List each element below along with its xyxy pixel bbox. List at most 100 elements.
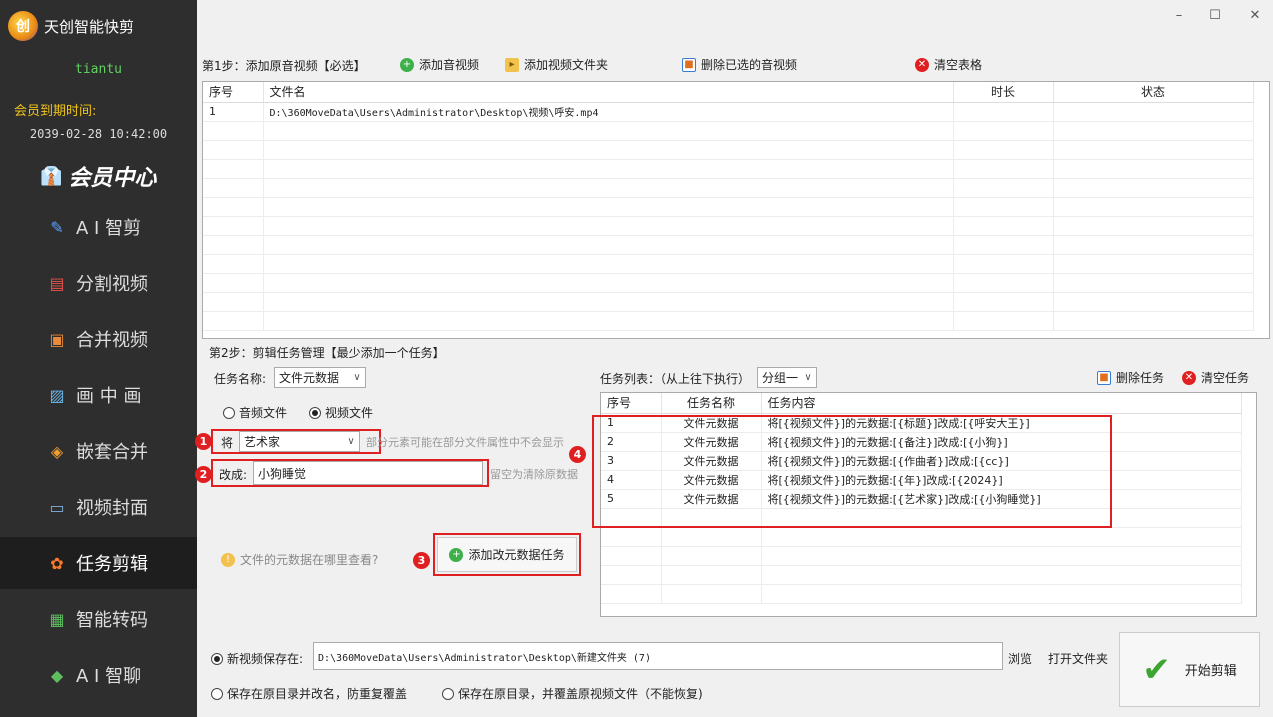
- picture-icon: ▨: [49, 385, 65, 405]
- step-badge-3: 3: [413, 552, 430, 569]
- add-icon: +: [400, 57, 414, 72]
- clear-table-label: 清空表格: [934, 58, 983, 72]
- sidebar: 创 天创智能快剪 tiantu 会员到期时间: 2039-02-28 10:42…: [0, 0, 197, 717]
- radio-audio-file[interactable]: 音频文件: [223, 404, 287, 421]
- table-row: [203, 121, 1254, 141]
- vip-icon: 👔: [40, 165, 63, 187]
- col-filename[interactable]: 文件名: [263, 82, 954, 103]
- maximize-button[interactable]: ☐: [1203, 8, 1227, 28]
- sidebar-item-label: 分割视频: [76, 274, 148, 295]
- radio-dot: [442, 687, 454, 700]
- start-edit-label: 开始剪辑: [1184, 664, 1237, 679]
- radio-dot: [211, 687, 223, 700]
- table-row: [203, 273, 1254, 293]
- app-name: 天创智能快剪: [44, 17, 135, 36]
- field-hint: 部分元素可能在部分文件属性中不会显示: [366, 436, 564, 449]
- metadata-field-select[interactable]: 艺术家 ∨: [239, 431, 360, 452]
- app-title: 创 天创智能快剪: [8, 10, 134, 42]
- add-task-label: 添加改元数据任务: [468, 548, 565, 562]
- save-path-input[interactable]: D:\360MoveData\Users\Administrator\Deskt…: [313, 642, 1003, 670]
- table-row: [203, 216, 1254, 236]
- col-index[interactable]: 序号: [203, 82, 264, 103]
- task-name-value: 文件元数据: [279, 371, 340, 385]
- step-badge-2: 2: [195, 466, 212, 483]
- delete-file-icon: ■: [682, 57, 696, 72]
- sidebar-item-label: 智能转码: [76, 610, 148, 631]
- username: tiantu: [75, 62, 122, 77]
- change-value-input[interactable]: 小狗睡觉: [253, 461, 483, 485]
- merge-icon: ▣: [49, 329, 65, 349]
- col-duration[interactable]: 时长: [953, 82, 1054, 103]
- file-table-header: 序号 文件名 时长 状态: [203, 82, 1254, 103]
- sidebar-item-picture-in-picture[interactable]: ▨ 画 中 画: [0, 369, 197, 421]
- table-row: [203, 235, 1254, 255]
- radio-dot-selected: [211, 652, 223, 665]
- sidebar-item-label: A I 智聊: [76, 666, 142, 687]
- row-index: 1: [203, 102, 264, 122]
- sidebar-item-nested-merge[interactable]: ◈ 嵌套合并: [0, 425, 197, 477]
- delete-task-label: 删除任务: [1116, 371, 1165, 385]
- clear-icon: ✕: [915, 57, 929, 72]
- metadata-field-value: 艺术家: [244, 435, 281, 449]
- clear-task-button[interactable]: ✕ 清空任务: [1182, 369, 1249, 386]
- add-folder-button[interactable]: ▸ 添加视频文件夹: [505, 56, 608, 73]
- row-status: [1053, 102, 1254, 122]
- browse-button[interactable]: 浏览: [1008, 650, 1032, 667]
- table-row: [601, 546, 1242, 566]
- sidebar-item-ai-chat[interactable]: ◆ A I 智聊: [0, 649, 197, 701]
- add-metadata-task-button[interactable]: + 添加改元数据任务: [437, 537, 577, 572]
- radio-video-file[interactable]: 视频文件: [309, 404, 373, 421]
- save-path-text: D:\360MoveData\Users\Administrator\Deskt…: [318, 652, 651, 664]
- radio-dot: [223, 406, 235, 419]
- col-task-index[interactable]: 序号: [601, 393, 662, 414]
- sidebar-item-label: 嵌套合并: [76, 442, 148, 463]
- start-edit-button[interactable]: ✔ 开始剪辑: [1119, 632, 1260, 707]
- task-name-select[interactable]: 文件元数据 ∨: [274, 367, 366, 388]
- col-task-name[interactable]: 任务名称: [661, 393, 762, 414]
- chevron-down-icon: ∨: [347, 436, 355, 447]
- group-select[interactable]: 分组一 ∨: [757, 367, 817, 388]
- sidebar-item-split-video[interactable]: ▤ 分割视频: [0, 257, 197, 309]
- table-row[interactable]: 1 D:\360MoveData\Users\Administrator\Des…: [203, 102, 1254, 122]
- minimize-button[interactable]: –: [1167, 8, 1191, 28]
- radio-new-save[interactable]: 新视频保存在:: [211, 650, 303, 667]
- add-video-label: 添加音视频: [419, 58, 480, 72]
- col-status[interactable]: 状态: [1053, 82, 1254, 103]
- sidebar-item-label: 视频封面: [76, 498, 148, 519]
- checkmark-icon: ✔: [1142, 649, 1171, 690]
- table-row: [203, 292, 1254, 312]
- vip-label: 会员中心: [68, 165, 157, 191]
- delete-selected-button[interactable]: ■ 删除已选的音视频: [682, 56, 797, 73]
- clear-icon: ✕: [1182, 370, 1196, 385]
- sidebar-item-video-cover[interactable]: ▭ 视频封面: [0, 481, 197, 533]
- radio-save-overwrite[interactable]: 保存在原目录，并覆盖原视频文件（不能恢复): [442, 685, 703, 702]
- sidebar-item-merge-video[interactable]: ▣ 合并视频: [0, 313, 197, 365]
- clear-table-button[interactable]: ✕ 清空表格: [915, 56, 982, 73]
- folder-icon: ▸: [505, 57, 519, 72]
- sidebar-item-task-edit[interactable]: ✿ 任务剪辑: [0, 537, 197, 589]
- sidebar-item-smart-convert[interactable]: ▦ 智能转码: [0, 593, 197, 645]
- delete-task-button[interactable]: ■ 删除任务: [1097, 369, 1164, 386]
- delete-file-icon: ■: [1097, 370, 1111, 385]
- metadata-help-link[interactable]: ! 文件的元数据在哪里查看?: [221, 551, 378, 568]
- vip-center-button[interactable]: 👔 会员中心: [40, 160, 156, 192]
- save-overwrite-label: 保存在原目录，并覆盖原视频文件（不能恢复): [458, 687, 703, 701]
- nest-icon: ◈: [50, 441, 64, 461]
- sidebar-item-ai-edit[interactable]: ✎ A I 智剪: [0, 201, 197, 253]
- file-table-panel: 序号 文件名 时长 状态 1 D:\360MoveData\Users\Admi…: [202, 81, 1270, 339]
- sidebar-item-label: A I 智剪: [76, 218, 142, 239]
- convert-icon: ▦: [49, 609, 65, 629]
- new-save-label: 新视频保存在:: [227, 652, 304, 666]
- will-label: 将: [221, 436, 234, 450]
- radio-save-rename[interactable]: 保存在原目录并改名，防重复覆盖: [211, 685, 407, 702]
- col-task-content[interactable]: 任务内容: [761, 393, 1242, 414]
- open-folder-button[interactable]: 打开文件夹: [1048, 650, 1108, 667]
- help-link-label: 文件的元数据在哪里查看?: [240, 553, 379, 567]
- layers-icon: ▤: [49, 273, 65, 293]
- cover-icon: ▭: [49, 497, 65, 517]
- table-row: [203, 254, 1254, 274]
- close-button[interactable]: ✕: [1243, 8, 1267, 28]
- add-video-button[interactable]: + 添加音视频: [400, 56, 479, 73]
- title-bar: – ☐ ✕: [197, 0, 1273, 46]
- lightbulb-icon: !: [221, 552, 235, 567]
